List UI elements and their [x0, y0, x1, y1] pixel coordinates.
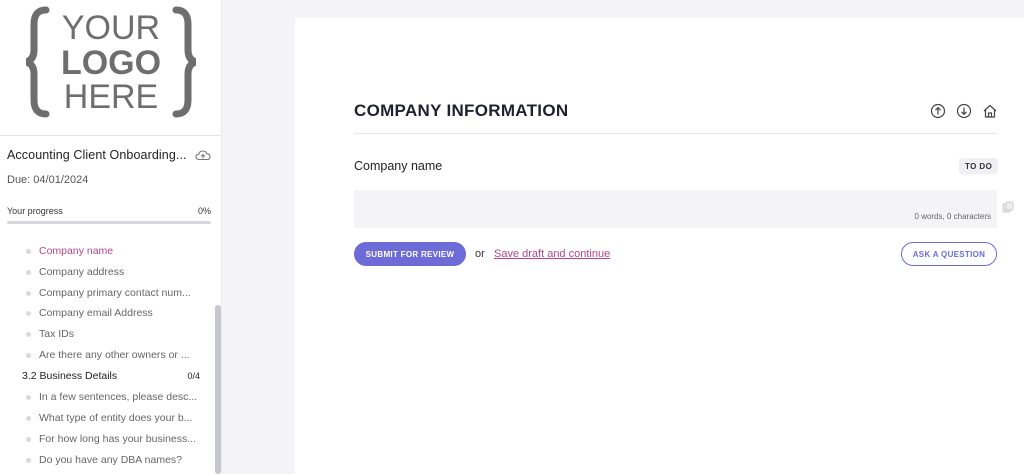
nav-item-label: Do you have any DBA names? — [39, 454, 183, 466]
nav-item-business-age[interactable]: For how long has your business... — [26, 429, 204, 449]
due-date: Due: 04/01/2024 — [7, 174, 89, 186]
question-label: Company name — [354, 159, 443, 173]
sidebar-scrollbar[interactable] — [215, 305, 221, 474]
home-icon[interactable] — [982, 103, 998, 119]
logo-line-1: YOUR — [61, 9, 159, 47]
status-badge: TO DO — [959, 158, 999, 174]
nav-item-other-owners[interactable]: Are there any other owners or ... — [26, 345, 204, 365]
nav-item-label: Tax IDs — [39, 328, 75, 340]
nav-item-label: Company address — [39, 266, 125, 278]
bullet-dot-icon — [26, 457, 31, 463]
bullet-dot-icon — [26, 331, 31, 337]
project-title[interactable]: Accounting Client Onboarding... — [7, 148, 187, 162]
main-panel: COMPANY INFORMATION Company name TO DO 0… — [295, 18, 1024, 474]
nav-item-entity-type[interactable]: What type of entity does your b... — [26, 408, 204, 428]
nav-item-label: For how long has your business... — [39, 433, 196, 445]
logo-line-3: HERE — [63, 78, 157, 116]
progress-bar — [7, 221, 211, 224]
arrow-up-circle-icon[interactable] — [930, 103, 946, 119]
progress-label: Your progress — [7, 206, 63, 216]
bullet-dot-icon — [26, 290, 31, 296]
answer-box: 0 words, 0 characters — [354, 190, 997, 228]
bullet-dot-icon — [26, 310, 31, 316]
cloud-icon[interactable] — [195, 149, 211, 161]
arrow-down-circle-icon[interactable] — [956, 103, 972, 119]
nav-item-company-contact[interactable]: Company primary contact num... — [26, 283, 204, 303]
bullet-dot-icon — [26, 352, 31, 358]
bullet-dot-icon — [26, 415, 31, 421]
nav-item-label: Company primary contact num... — [39, 287, 191, 299]
ask-a-question-button[interactable]: ASK A QUESTION — [901, 242, 997, 266]
nav-item-business-description[interactable]: In a few sentences, please desc... — [26, 387, 204, 407]
nav-item-label: What type of entity does your b... — [39, 412, 193, 424]
question-nav[interactable]: Company name Company address Company pri… — [0, 232, 221, 474]
progress-percent: 0% — [197, 206, 211, 216]
submit-for-review-button[interactable]: SUBMIT FOR REVIEW — [354, 242, 466, 266]
nav-item-label: Company email Address — [39, 307, 153, 319]
bullet-dot-icon — [26, 269, 31, 275]
title-divider — [354, 133, 997, 134]
header-icons — [930, 103, 998, 119]
page-title: COMPANY INFORMATION — [354, 101, 569, 120]
nav-section-business-details[interactable]: 3.2 Business Details 0/4 — [22, 366, 200, 386]
nav-item-label: Company name — [39, 245, 114, 257]
nav-section-label: 3.2 Business Details — [22, 370, 118, 382]
bullet-dot-icon — [26, 248, 31, 254]
nav-item-label: In a few sentences, please desc... — [39, 391, 198, 403]
or-text: or — [475, 248, 485, 260]
logo-line-2: LOGO — [60, 44, 160, 82]
company-logo: YOUR LOGO HERE — [25, 6, 196, 118]
nav-section-count: 0/4 — [187, 371, 200, 381]
sidebar: YOUR LOGO HERE Accounting Client Onboard… — [0, 0, 222, 474]
nav-item-tax-ids[interactable]: Tax IDs — [26, 324, 204, 344]
project-title-row: Accounting Client Onboarding... — [7, 148, 211, 162]
project-info: Accounting Client Onboarding... Due: 04/… — [0, 136, 221, 216]
copy-icon[interactable] — [1002, 201, 1014, 213]
progress-row: Your progress 0% — [7, 206, 211, 216]
answer-input[interactable] — [354, 190, 997, 228]
bullet-dot-icon — [26, 436, 31, 442]
nav-item-company-name[interactable]: Company name — [26, 241, 204, 261]
nav-item-company-address[interactable]: Company address — [26, 262, 204, 282]
logo-area: YOUR LOGO HERE — [0, 0, 221, 136]
word-count: 0 words, 0 characters — [914, 212, 991, 221]
bullet-dot-icon — [26, 394, 31, 400]
save-draft-link[interactable]: Save draft and continue — [494, 248, 610, 260]
nav-item-label: Are there any other owners or ... — [39, 349, 190, 361]
nav-item-dba-names[interactable]: Do you have any DBA names? — [26, 450, 204, 470]
nav-item-company-email[interactable]: Company email Address — [26, 303, 204, 323]
